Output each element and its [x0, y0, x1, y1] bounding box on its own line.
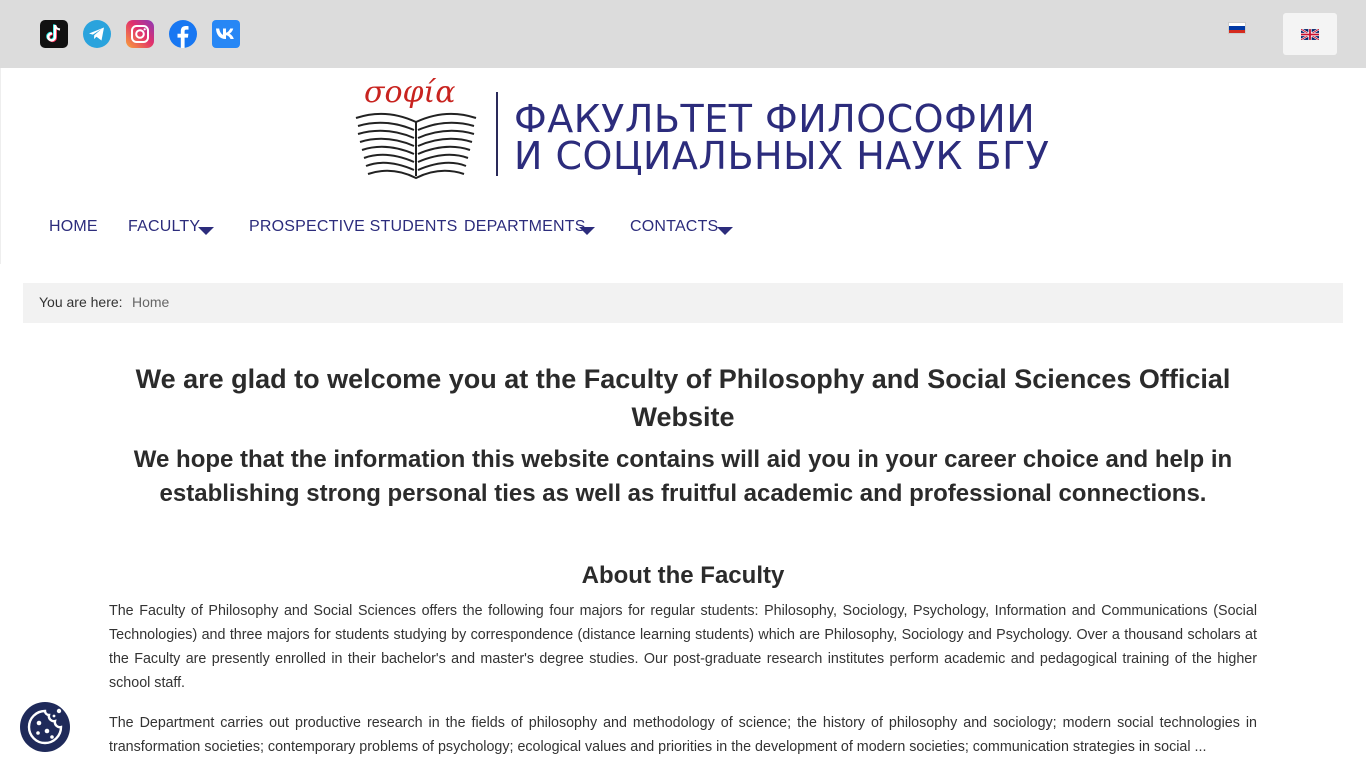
nav-item-faculty[interactable]: FACULTY: [128, 218, 200, 236]
svg-text:σοφία: σοφία: [364, 75, 456, 110]
about-paragraph-2: The Department carries out productive re…: [109, 715, 1257, 755]
instagram-icon[interactable]: [126, 20, 154, 48]
logo-title-line-1: ФАКУЛЬТЕТ ФИЛОСОФИИ: [514, 97, 1036, 141]
vk-icon[interactable]: [212, 20, 240, 48]
logo-title-line-2: И СОЦИАЛЬНЫХ НАУК БГУ: [514, 134, 1050, 178]
en-flag-icon: [1301, 29, 1319, 40]
telegram-icon[interactable]: [83, 20, 111, 48]
about-faculty-heading: About the Faculty: [581, 562, 785, 589]
about-paragraph-1: The Faculty of Philosophy and Social Sci…: [109, 603, 1257, 691]
ru-flag-icon[interactable]: [1228, 22, 1246, 34]
tiktok-icon[interactable]: [40, 20, 68, 48]
main-navigation: HOME FACULTY PROSPECTIVE STUDENTS DEPART…: [0, 208, 1366, 248]
facebook-icon[interactable]: [169, 20, 197, 48]
nav-item-departments[interactable]: DEPARTMENTS: [464, 218, 586, 236]
nav-item-contacts[interactable]: CONTACTS: [630, 218, 718, 236]
cookie-icon: [27, 708, 63, 745]
chevron-down-icon[interactable]: [717, 227, 733, 235]
welcome-subtitle: We hope that the information this websit…: [133, 446, 1233, 507]
nav-item-home[interactable]: HOME: [49, 218, 98, 236]
chevron-down-icon[interactable]: [579, 227, 595, 235]
chevron-down-icon[interactable]: [198, 227, 214, 235]
nav-item-prospective-students[interactable]: PROSPECTIVE STUDENTS: [249, 218, 457, 236]
breadcrumb-home-link[interactable]: Home: [132, 294, 169, 310]
breadcrumb: You are here: Home: [23, 283, 1343, 323]
top-social-bar: [0, 0, 1366, 68]
logo-divider: [496, 92, 498, 176]
cookie-settings-button[interactable]: [20, 702, 70, 752]
welcome-title: We are glad to welcome you at the Facult…: [135, 364, 1231, 432]
language-selected-en[interactable]: [1283, 13, 1337, 55]
breadcrumb-label: You are here:: [39, 294, 123, 310]
